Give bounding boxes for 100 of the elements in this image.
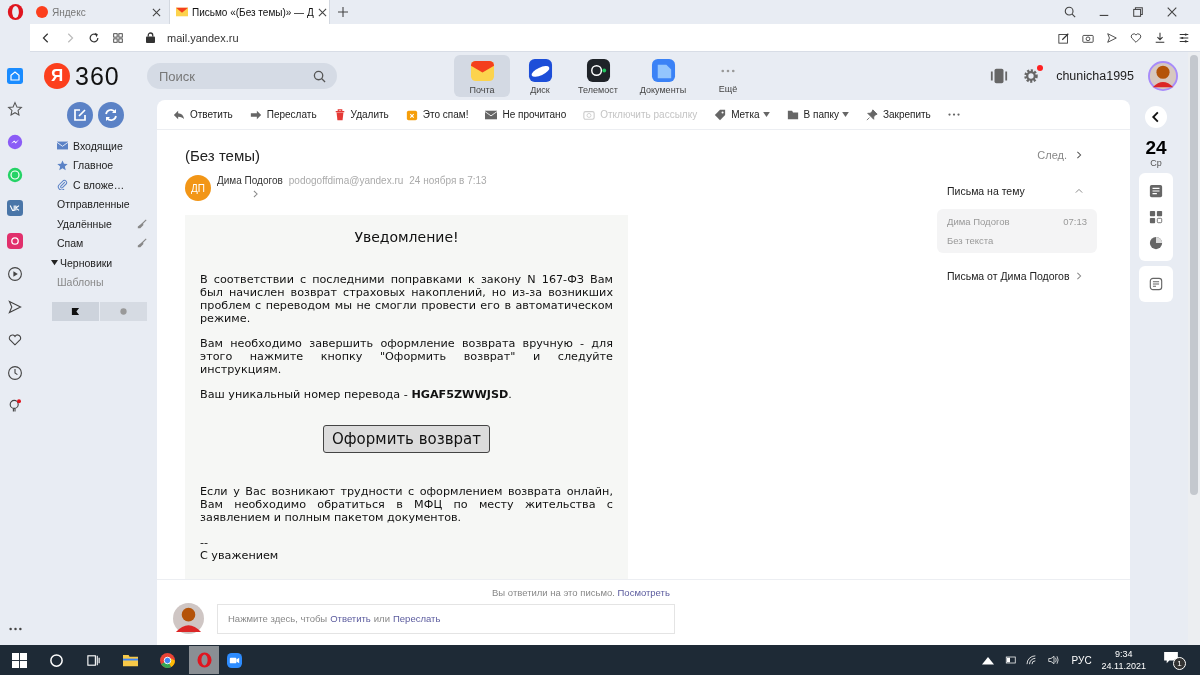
notification-icon[interactable] (1164, 652, 1178, 664)
video-camera-icon[interactable] (227, 652, 242, 668)
language-indicator[interactable]: РУС (1071, 654, 1092, 666)
broom-icon[interactable] (137, 218, 147, 229)
windows-icon[interactable] (12, 652, 27, 668)
toolbar-button[interactable]: Переслать (249, 108, 317, 121)
close-icon[interactable] (317, 7, 327, 17)
play-icon[interactable] (7, 266, 23, 282)
star-icon[interactable] (7, 101, 23, 117)
wifi-icon[interactable] (1025, 655, 1038, 665)
lock-icon (146, 32, 155, 43)
camera-icon (585, 57, 611, 83)
toolbar-button[interactable]: В папку (786, 108, 849, 121)
toolbar-button[interactable]: Это спам! (405, 108, 469, 121)
letter-paragraph: Если у Вас возникают трудности с оформлением возврата онлайн, Вам необходимо обратиться в МФЦ по месту жительства с заявлением и полным пакетом документов. (200, 485, 613, 524)
thread-snippet: Без текста (947, 235, 995, 246)
folder-icon (786, 108, 799, 121)
home-icon[interactable] (7, 68, 23, 84)
heart-icon[interactable] (7, 332, 23, 348)
chevron-right-icon (1075, 272, 1083, 280)
folder-item[interactable]: Спам (52, 233, 147, 253)
app-tile[interactable]: Ещё (700, 55, 756, 97)
app-tile[interactable]: Документы (628, 55, 698, 97)
reload-icon[interactable] (88, 31, 100, 44)
caret-up-icon[interactable] (981, 655, 994, 665)
lightbulb-icon[interactable] (7, 398, 23, 414)
folder-item[interactable]: Отправленные (52, 194, 147, 214)
search-icon[interactable] (1064, 6, 1076, 18)
notes-icon[interactable] (1149, 184, 1163, 198)
search-field[interactable]: Поиск (147, 63, 337, 89)
refresh-icon[interactable] (98, 102, 124, 128)
toolbar-button[interactable]: Метка (714, 108, 770, 121)
clock-icon[interactable] (7, 365, 23, 381)
toolbar-button[interactable]: Ответить (173, 108, 233, 121)
app-tile[interactable]: Диск (512, 55, 568, 97)
folder-item[interactable]: С вложе… (52, 175, 147, 195)
download-icon[interactable] (1154, 31, 1166, 44)
sender-name[interactable]: Дима Подогов (217, 175, 283, 186)
send-icon[interactable] (1106, 31, 1118, 44)
task-view-icon[interactable] (86, 652, 101, 668)
new-tab-icon[interactable] (338, 7, 348, 17)
mobile-icon[interactable] (990, 67, 1009, 85)
app-tile[interactable]: Почта (454, 55, 510, 97)
volume-icon[interactable] (1047, 655, 1060, 665)
reply-field[interactable]: Нажмите здесь, чтобы Ответить или Переслать (217, 603, 675, 634)
chevron-right-icon[interactable] (253, 190, 258, 198)
toolbar-button[interactable]: Удалить (333, 108, 389, 121)
letter-paragraph: Вам необходимо завершить оформление возврата вручную - для этого нажмите кнопку "Оформить возврат" и следуйте инструкциям. (200, 337, 613, 376)
theme-toggle[interactable] (52, 302, 99, 321)
more-icon[interactable] (8, 627, 22, 631)
address-field[interactable]: mail.yandex.ru (167, 31, 239, 44)
scrollbar[interactable] (1188, 52, 1200, 645)
heart-icon[interactable] (1130, 31, 1142, 44)
compose-icon[interactable] (67, 102, 93, 128)
settings-sliders-icon[interactable] (1178, 31, 1190, 44)
pie-icon[interactable] (1149, 236, 1163, 250)
folder-item[interactable]: Главное (52, 155, 147, 175)
forward-link[interactable]: Переслать (393, 613, 441, 624)
folder-icon[interactable] (123, 652, 138, 668)
broom-icon[interactable] (137, 238, 147, 249)
refund-button[interactable]: Оформить возврат (323, 425, 490, 453)
apps-icon[interactable] (1149, 210, 1163, 224)
logo-text[interactable]: 360 (75, 61, 120, 91)
clock[interactable]: 9:34 24.11.2021 (1101, 648, 1146, 672)
toolbar-button[interactable]: Не прочитано (485, 108, 567, 121)
chrome-icon[interactable] (160, 652, 175, 668)
thread-header[interactable]: Письма на тему (937, 185, 1097, 197)
documents-icon (650, 57, 676, 83)
edit-icon[interactable] (1058, 31, 1070, 44)
restore-icon[interactable] (1132, 6, 1144, 18)
document-icon[interactable] (1149, 277, 1163, 291)
more-icon[interactable] (947, 113, 960, 116)
reply-link[interactable]: Ответить (330, 613, 371, 624)
vk-icon[interactable] (7, 200, 23, 216)
caret-down-icon[interactable] (51, 259, 58, 267)
send-icon[interactable] (7, 299, 23, 315)
logo-mark[interactable]: Я (44, 63, 70, 89)
opera-logo-icon[interactable] (6, 3, 24, 21)
folder-item[interactable]: Удалённые (52, 214, 147, 234)
grid-icon[interactable] (112, 31, 124, 44)
username[interactable]: chunicha1995 (1056, 69, 1134, 83)
instagram-icon[interactable] (7, 233, 23, 249)
browser-tab[interactable]: Письмо «(Без темы)» — Д (170, 0, 330, 24)
close-icon[interactable] (152, 7, 161, 17)
search-icon[interactable] (49, 652, 64, 668)
close-icon[interactable] (1166, 6, 1178, 18)
next-link[interactable]: След. (1037, 149, 1097, 161)
settings-icon[interactable] (1022, 67, 1041, 85)
collapse-icon[interactable] (1145, 106, 1167, 128)
folder-item[interactable]: Входящие (52, 136, 147, 156)
folder-item[interactable]: Черновики (52, 253, 147, 273)
battery-icon[interactable] (1003, 655, 1016, 665)
view-link[interactable]: Посмотреть (617, 587, 670, 598)
theme-toggle[interactable] (100, 302, 147, 321)
opera-logo-icon (196, 652, 212, 668)
messenger-icon[interactable] (7, 134, 23, 150)
sender-letters-link[interactable]: Письма от Дима Подогов (937, 270, 1097, 282)
toolbar-button[interactable]: Закрепить (865, 108, 931, 121)
app-tile[interactable]: Телемост (570, 55, 626, 97)
calendar-day[interactable]: 24 (1145, 138, 1167, 158)
